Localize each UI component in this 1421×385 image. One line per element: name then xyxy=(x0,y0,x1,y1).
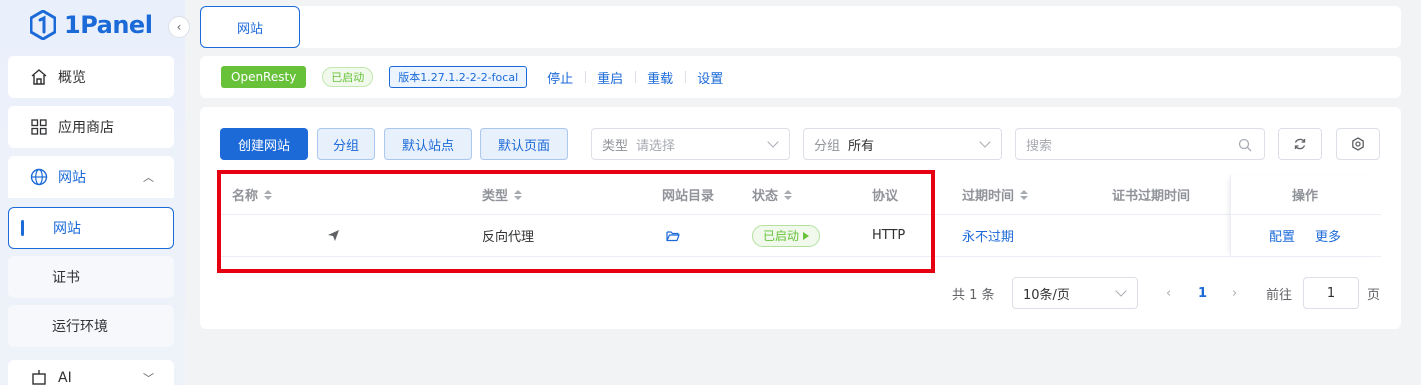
gear-icon xyxy=(1352,137,1364,151)
openresty-status-bar: OpenResty 已启动 版本1.27.1.2-2-2-focal 停止 重启… xyxy=(200,56,1401,98)
reload-button[interactable]: 重载 xyxy=(635,68,685,87)
folder-open-icon xyxy=(666,230,680,241)
sidebar-item-label: 网站 xyxy=(53,221,81,237)
prev-page-button[interactable]: ‹ xyxy=(1166,277,1171,309)
sidebar-item-app-store[interactable]: 应用商店 xyxy=(8,106,174,148)
chevron-down-icon xyxy=(979,136,991,148)
sidebar-item-label: 运行环境 xyxy=(52,319,108,335)
search-icon xyxy=(1238,138,1252,152)
chevron-down-icon xyxy=(1115,285,1127,297)
site-name-cell[interactable] xyxy=(327,215,340,256)
type-filter-label: 类型 xyxy=(602,138,629,154)
grid-icon xyxy=(30,118,48,136)
group-filter-select[interactable]: 分组 所有 xyxy=(803,128,1002,160)
search-placeholder: 搜索 xyxy=(1026,138,1053,154)
next-page-button[interactable]: › xyxy=(1232,277,1237,309)
restart-button[interactable]: 重启 xyxy=(585,68,635,87)
sort-icon xyxy=(1020,189,1029,200)
search-input[interactable]: 搜索 xyxy=(1015,128,1265,160)
sidebar-item-label: 证书 xyxy=(52,270,80,286)
sidebar-subitem-certificate[interactable]: 证书 xyxy=(8,256,174,298)
globe-icon xyxy=(30,168,48,186)
group-filter-value: 所有 xyxy=(848,138,875,154)
sidebar-item-ai[interactable]: AI ﹀ xyxy=(8,360,174,385)
table-header: 名称 类型 网站目录 状态 协议 过期时间 证书过期时间 操作 xyxy=(220,175,1381,215)
chevron-up-icon: ︿ xyxy=(143,171,154,184)
stop-button[interactable]: 停止 xyxy=(535,68,585,87)
fixed-actions-column xyxy=(1230,175,1381,257)
create-website-button[interactable]: 创建网站 xyxy=(220,128,308,160)
sort-icon xyxy=(784,189,793,200)
col-expire[interactable]: 过期时间 xyxy=(962,175,1029,214)
table-settings-button[interactable] xyxy=(1336,128,1380,160)
brand-name: 1Panel xyxy=(64,11,153,39)
table-row: 反向代理 已启动 HTTP 永不过期 配置 更多 xyxy=(220,215,1381,257)
sidebar-item-label: 应用商店 xyxy=(58,120,114,136)
app-version-badge: 版本1.27.1.2-2-2-focal xyxy=(389,66,528,88)
sidebar-item-label: 概览 xyxy=(58,70,86,86)
page-size-select[interactable]: 10条/页 xyxy=(1012,277,1138,309)
col-protocol: 协议 xyxy=(872,189,899,204)
sidebar-subitem-runtime[interactable]: 运行环境 xyxy=(8,305,174,347)
page-size-value: 10条/页 xyxy=(1023,287,1070,303)
refresh-icon xyxy=(1294,138,1306,150)
website-table: 名称 类型 网站目录 状态 协议 过期时间 证书过期时间 操作 反向代理 已启动… xyxy=(220,175,1381,257)
site-type-cell: 反向代理 xyxy=(482,230,535,245)
1panel-logo-icon xyxy=(30,10,56,40)
refresh-button[interactable] xyxy=(1278,128,1322,160)
page-number-current[interactable]: 1 xyxy=(1198,277,1207,309)
site-expire-link[interactable]: 永不过期 xyxy=(962,215,1014,256)
sidebar-item-label: 网站 xyxy=(58,170,86,186)
col-site-dir: 网站目录 xyxy=(662,189,715,204)
chevron-down-icon xyxy=(767,136,779,148)
tab-bar: 网站 xyxy=(200,6,1401,48)
col-status[interactable]: 状态 xyxy=(752,175,793,214)
website-list-panel: 创建网站 分组 默认站点 默认页面 类型 请选择 分组 所有 搜索 名称 类型 … xyxy=(200,107,1401,329)
sidebar-item-label: AI xyxy=(58,370,72,385)
settings-button[interactable]: 设置 xyxy=(685,68,735,87)
chevron-left-icon: ‹ xyxy=(176,20,182,34)
type-filter-select[interactable]: 类型 请选择 xyxy=(591,128,790,160)
collapse-sidebar-button[interactable]: ‹ xyxy=(168,16,190,38)
pagination-total: 共 1 条 xyxy=(952,287,995,303)
app-name-badge: OpenResty xyxy=(221,66,307,88)
site-status-cell[interactable]: 已启动 xyxy=(752,215,821,256)
app-state-badge: 已启动 xyxy=(322,67,374,87)
status-toggle-badge[interactable]: 已启动 xyxy=(752,224,821,247)
type-filter-placeholder: 请选择 xyxy=(636,138,676,154)
col-type[interactable]: 类型 xyxy=(482,175,523,214)
goto-page-input[interactable]: 1 xyxy=(1303,277,1359,309)
sidebar-subitem-website[interactable]: 网站 xyxy=(8,207,174,249)
sidebar-item-overview[interactable]: 概览 xyxy=(8,56,174,98)
default-site-button[interactable]: 默认站点 xyxy=(384,128,472,160)
default-page-button[interactable]: 默认页面 xyxy=(480,128,568,160)
play-icon xyxy=(803,231,810,240)
send-icon xyxy=(328,230,339,241)
group-filter-label: 分组 xyxy=(814,138,841,154)
goto-label: 前往 xyxy=(1266,287,1293,303)
col-cert-expire: 证书过期时间 xyxy=(1112,189,1191,204)
logo: 1Panel xyxy=(30,8,153,42)
page-unit-label: 页 xyxy=(1367,287,1381,303)
sort-icon xyxy=(264,189,273,200)
sort-icon xyxy=(514,189,523,200)
robot-icon xyxy=(30,369,48,385)
home-icon xyxy=(30,68,48,86)
site-dir-cell[interactable] xyxy=(666,215,680,256)
active-indicator xyxy=(21,220,24,236)
group-button[interactable]: 分组 xyxy=(317,128,375,160)
chevron-down-icon: ﹀ xyxy=(143,372,154,385)
sidebar-item-website[interactable]: 网站 ︿ xyxy=(8,156,174,198)
site-protocol-cell: HTTP xyxy=(872,228,906,243)
col-name[interactable]: 名称 xyxy=(232,175,273,214)
tab-website[interactable]: 网站 xyxy=(200,6,300,48)
